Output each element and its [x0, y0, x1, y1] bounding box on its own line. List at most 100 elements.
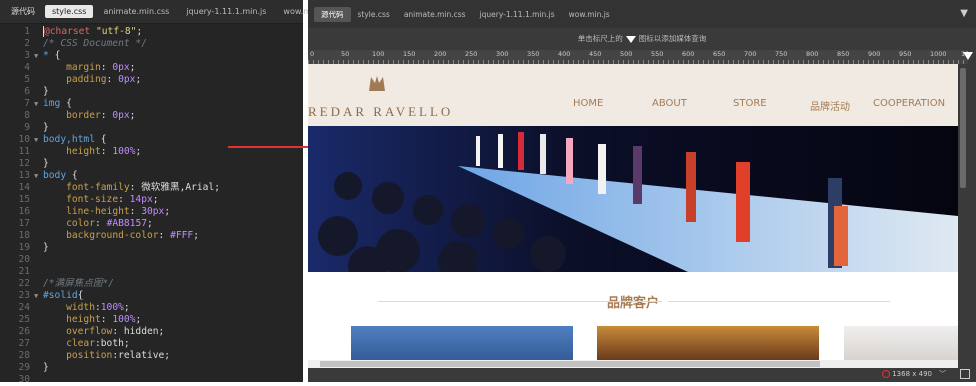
line-number: 30	[18, 374, 30, 385]
line-number: 13	[18, 170, 30, 181]
code-line[interactable]: 22 /*满屏焦点图*/	[0, 278, 303, 290]
code-line[interactable]: 17 color: #AB8157;	[0, 218, 303, 230]
code-line[interactable]: 24 width:100%;	[0, 302, 303, 314]
code-line[interactable]: 5 padding: 0px;	[0, 74, 303, 86]
client-thumbnail-1[interactable]	[351, 326, 573, 360]
code-line[interactable]: 19}	[0, 242, 303, 254]
code-text: width:100%;	[66, 302, 130, 313]
code-editor-panel: 源代码 style.css animate.min.css jquery-1.1…	[0, 0, 327, 385]
code-line[interactable]: 2 /* CSS Document */	[0, 38, 303, 50]
code-line[interactable]: 14 font-family: 微软雅黑,Arial;	[0, 182, 303, 194]
code-line[interactable]: 9}	[0, 122, 303, 134]
ruler-label: 750	[775, 50, 788, 58]
code-line[interactable]: 13 ▼ body {	[0, 170, 303, 182]
code-text: margin: 0px;	[66, 62, 136, 73]
fold-arrow-icon[interactable]: ▼	[34, 50, 43, 62]
line-number: 1	[24, 26, 30, 37]
live-tab-style-css[interactable]: style.css	[351, 8, 397, 21]
vertical-scrollbar[interactable]	[958, 64, 968, 360]
error-status-icon[interactable]	[882, 370, 890, 378]
code-line[interactable]: 3 ▼ * {	[0, 50, 303, 62]
fold-arrow-icon[interactable]: ▼	[34, 134, 43, 146]
site-header: REDAR RAVELLO HOME ABOUT STORE 品牌活动 COOP…	[308, 64, 958, 126]
code-line[interactable]: 6}	[0, 86, 303, 98]
fold-arrow-icon[interactable]: ▼	[34, 98, 43, 110]
code-line[interactable]: 12}	[0, 158, 303, 170]
line-number: 8	[24, 110, 30, 121]
line-number: 5	[24, 74, 30, 85]
code-line[interactable]: 23 ▼ #solid{	[0, 290, 303, 302]
runway-hero-image	[308, 126, 958, 272]
ruler-label: 250	[465, 50, 478, 58]
line-number: 4	[24, 62, 30, 73]
code-line[interactable]: 1 @charset "utf-8";	[0, 26, 303, 38]
code-text: height: 100%;	[66, 314, 142, 325]
media-query-triangle-icon[interactable]	[625, 35, 636, 43]
live-tab-source[interactable]: 源代码	[314, 6, 351, 22]
code-line[interactable]: 18 background-color: #FFF;	[0, 230, 303, 242]
ruler-label: 650	[713, 50, 726, 58]
filter-icon[interactable]: ▼	[960, 8, 968, 19]
code-line[interactable]: 29}	[0, 362, 303, 374]
nav-about[interactable]: ABOUT	[652, 98, 687, 109]
fold-arrow-icon[interactable]: ▼	[34, 290, 43, 302]
ruler-label: 200	[434, 50, 447, 58]
resolution-dropdown-icon[interactable]: ﹀	[939, 369, 946, 379]
line-number: 27	[18, 338, 30, 349]
client-thumbnail-2[interactable]	[597, 326, 819, 360]
ruler-label: 50	[341, 50, 350, 58]
ruler-label: 800	[806, 50, 819, 58]
code-line[interactable]: 8 border: 0px;	[0, 110, 303, 122]
nav-store[interactable]: STORE	[733, 98, 767, 109]
code-text: body,html {	[43, 134, 107, 145]
code-line[interactable]: 27 clear:both;	[0, 338, 303, 350]
line-number: 25	[18, 314, 30, 325]
width-ruler[interactable]: 0 50 100 150 200 250 300 350 400 450 500 550 600 650 7…	[308, 50, 968, 64]
code-line[interactable]: 26 overflow: hidden;	[0, 326, 303, 338]
code-line[interactable]: 15 font-size: 14px;	[0, 194, 303, 206]
live-tab-jquery-js[interactable]: jquery-1.11.1.min.js	[473, 8, 562, 21]
line-number: 15	[18, 194, 30, 205]
resolution-readout[interactable]: 1368 x 490	[892, 370, 932, 378]
code-line[interactable]: 20	[0, 254, 303, 266]
vertical-scroll-thumb[interactable]	[960, 68, 966, 188]
live-tab-animate-css[interactable]: animate.min.css	[397, 8, 473, 21]
code-line[interactable]: 7 ▼ img {	[0, 98, 303, 110]
media-query-tip: 单击标尺上的 图标以添加媒体查询	[308, 33, 976, 44]
line-number: 9	[24, 122, 30, 133]
code-text: @charset "utf-8";	[43, 26, 143, 37]
line-number: 12	[18, 158, 30, 169]
code-text: font-family: 微软雅黑,Arial;	[66, 182, 221, 193]
code-line[interactable]: 25 height: 100%;	[0, 314, 303, 326]
code-area[interactable]: 1 @charset "utf-8"; 2/* CSS Document */3 ▼ *…	[0, 26, 303, 385]
nav-brand-events[interactable]: 品牌活动	[810, 98, 850, 113]
tab-animate-css[interactable]: animate.min.css	[96, 5, 176, 18]
code-line[interactable]: 28 position:relative;	[0, 350, 303, 362]
code-line[interactable]: 21	[0, 266, 303, 278]
nav-home[interactable]: HOME	[573, 98, 603, 109]
fold-arrow-icon[interactable]: ▼	[34, 170, 43, 182]
tip-suffix: 图标以添加媒体查询	[638, 34, 707, 43]
nav-cooperation[interactable]: COOPERATION	[873, 98, 945, 109]
live-tab-wow-js[interactable]: wow.min.js	[562, 8, 617, 21]
ruler-end-marker-icon[interactable]	[963, 52, 973, 60]
code-line[interactable]: 16 line-height: 30px;	[0, 206, 303, 218]
line-number: 18	[18, 230, 30, 241]
code-text: }	[43, 362, 49, 373]
tab-style-css[interactable]: style.css	[45, 5, 94, 18]
line-number: 24	[18, 302, 30, 313]
horizontal-scrollbar[interactable]	[308, 360, 958, 368]
code-line[interactable]: 10 ▼ body,html {	[0, 134, 303, 146]
tab-jquery-js[interactable]: jquery-1.11.1.min.js	[179, 5, 273, 18]
tab-source[interactable]: 源代码	[4, 4, 42, 19]
line-number: 7	[24, 98, 30, 109]
code-line[interactable]: 30	[0, 374, 303, 386]
code-line[interactable]: 4 margin: 0px;	[0, 62, 303, 74]
ruler-label: 0	[310, 50, 315, 58]
code-text: color: #AB8157;	[66, 218, 153, 229]
horizontal-scroll-thumb[interactable]	[320, 361, 820, 367]
preview-mode-icon[interactable]	[960, 369, 970, 379]
code-text: * {	[43, 50, 61, 61]
line-number: 11	[18, 146, 30, 157]
client-thumbnail-3[interactable]	[844, 326, 958, 360]
